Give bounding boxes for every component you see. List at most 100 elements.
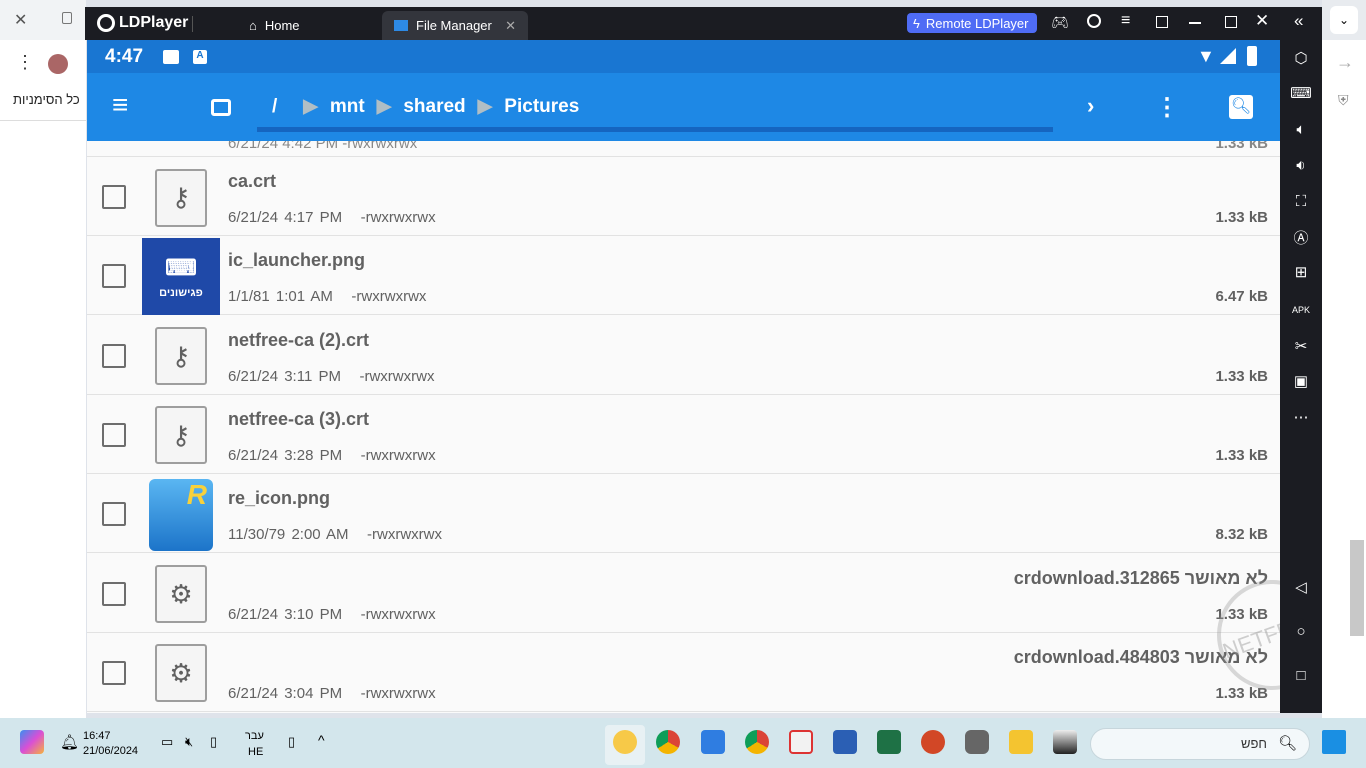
scrollbar-thumb[interactable] bbox=[1350, 540, 1364, 636]
file-row[interactable]: ⚷ ca.crt 6/21/24 4:17 PM -rwxrwxrwx 1.33… bbox=[87, 157, 1280, 236]
account-icon[interactable] bbox=[1087, 14, 1101, 28]
hamburger-menu-icon[interactable]: ≡ bbox=[112, 91, 128, 119]
partial-row[interactable]: 6/21/24 4:42 PM -rwxrwxrwx 1.33 kB bbox=[87, 141, 1280, 157]
unlock-icon[interactable] bbox=[211, 99, 231, 116]
file-permissions: -rwxrwxrwx bbox=[359, 367, 435, 385]
volume-up-icon[interactable]: 🔈︎ bbox=[1291, 119, 1311, 139]
file-row[interactable]: R re_icon.png 11/30/79 2:00 AM -rwxrwxrw… bbox=[87, 474, 1280, 554]
file-checkbox[interactable] bbox=[102, 185, 126, 209]
ldplayer-taskbar-icon[interactable] bbox=[613, 730, 637, 754]
file-row[interactable]: ⌨ פגישונים ic_launcher.png 1/1/81 1:01 AM… bbox=[87, 236, 1280, 316]
file-meta: 6/21/24 3:04 PM -rwxrwxrwx bbox=[228, 685, 436, 702]
folder-icon bbox=[394, 20, 408, 31]
thumbnail-text: פגישונים bbox=[159, 286, 203, 299]
close-tab-icon[interactable]: ✕ bbox=[505, 18, 516, 34]
powerpoint-icon[interactable] bbox=[921, 730, 945, 754]
restore-icon[interactable] bbox=[62, 12, 72, 24]
divider bbox=[0, 120, 86, 121]
home-circle-icon[interactable]: ○ bbox=[1291, 621, 1311, 641]
file-checkbox[interactable] bbox=[102, 264, 126, 289]
minimize-icon[interactable] bbox=[1189, 22, 1201, 24]
auto-operation-icon[interactable]: Ⓐ bbox=[1291, 227, 1311, 247]
chrome-icon[interactable] bbox=[745, 730, 769, 754]
scissors-icon[interactable]: ✂ bbox=[1291, 336, 1311, 356]
camera-icon[interactable] bbox=[965, 730, 989, 754]
file-meta: 11/30/79 2:00 AM -rwxrwxrwx bbox=[228, 526, 442, 543]
search-icon[interactable]: 🔍︎ bbox=[1229, 95, 1253, 119]
key-icon: ⚷ bbox=[155, 327, 207, 386]
file-row[interactable]: ⚷ netfree-ca (3).crt 6/21/24 3:28 PM -rw… bbox=[87, 395, 1280, 474]
tab-file-manager[interactable]: File Manager ✕ bbox=[382, 11, 528, 40]
fullscreen-icon[interactable]: ⛶ bbox=[1291, 191, 1311, 211]
avatar[interactable] bbox=[48, 54, 68, 74]
network-icon[interactable]: ▯ bbox=[210, 734, 217, 750]
close-icon[interactable]: ✕ bbox=[1255, 11, 1269, 31]
breadcrumb-pictures[interactable]: Pictures bbox=[504, 96, 579, 118]
resize-icon[interactable] bbox=[1156, 16, 1168, 28]
file-checkbox[interactable] bbox=[102, 581, 126, 606]
mute-icon[interactable]: 🔇︎ bbox=[185, 734, 193, 750]
breadcrumb-scrollbar[interactable] bbox=[257, 127, 1053, 132]
app-notification-icon: A bbox=[193, 50, 207, 64]
volume-down-icon[interactable]: 🔉︎ bbox=[1291, 155, 1311, 175]
language-indicator[interactable]: עבר bbox=[245, 730, 264, 742]
settings-hexagon-icon[interactable]: ⬡ bbox=[1291, 48, 1311, 68]
menu-icon[interactable]: ≡ bbox=[1121, 12, 1130, 30]
word-icon[interactable] bbox=[833, 730, 857, 754]
file-checkbox[interactable] bbox=[102, 422, 126, 447]
file-row[interactable]: ⚙ לא מאושר crdownload.312865 6/21/24 3:1… bbox=[87, 554, 1280, 633]
back-icon[interactable]: ◁ bbox=[1291, 577, 1311, 597]
chevron-down-icon[interactable]: ⌄ bbox=[1330, 6, 1358, 34]
breadcrumb-mnt[interactable]: mnt bbox=[330, 96, 365, 118]
breadcrumb-root[interactable]: / bbox=[272, 96, 277, 118]
remote-ldplayer-button[interactable]: ϟ Remote LDPlayer bbox=[907, 13, 1037, 33]
add-instance-icon[interactable]: ⊞ bbox=[1291, 262, 1311, 282]
file-checkbox[interactable] bbox=[102, 343, 126, 368]
file-checkbox[interactable] bbox=[102, 660, 126, 685]
video-record-icon[interactable]: ▣ bbox=[1291, 371, 1311, 391]
bell-icon[interactable]: 🔔︎ bbox=[60, 733, 79, 751]
more-icon[interactable]: ⋯ bbox=[1291, 407, 1311, 427]
bookmarks-label[interactable]: כל הסימניות bbox=[13, 92, 80, 107]
more-menu-icon[interactable]: ⋮ bbox=[16, 52, 34, 73]
shield-icon[interactable]: ⛨ bbox=[1338, 92, 1349, 109]
file-checkbox[interactable] bbox=[102, 502, 126, 527]
collapse-sidebar-icon[interactable]: « bbox=[1294, 11, 1303, 31]
copilot-icon[interactable] bbox=[20, 730, 44, 754]
file-row[interactable]: ⚷ netfree-ca (2).crt 6/21/24 3:11 PM -rw… bbox=[87, 316, 1280, 395]
language-code[interactable]: HE bbox=[248, 746, 263, 758]
tab-home[interactable]: ⌂ Home bbox=[237, 11, 312, 40]
photos-icon[interactable] bbox=[701, 730, 725, 754]
windows-start-icon[interactable] bbox=[1322, 730, 1346, 754]
ldplayer-logo: LDPlayer bbox=[97, 14, 188, 32]
taskbar-search-input[interactable]: חפש 🔍︎ bbox=[1090, 728, 1310, 760]
forward-icon[interactable]: → bbox=[1336, 52, 1354, 73]
clock-date[interactable]: 21/06/2024 bbox=[83, 745, 138, 757]
clock-time[interactable]: 16:47 bbox=[83, 730, 111, 742]
close-icon[interactable]: ✕ bbox=[14, 10, 27, 30]
file-permissions: -rwxrwxrwx bbox=[360, 684, 436, 702]
file-row[interactable]: ⚙ לא מאושר crdownload.484803 6/21/24 3:0… bbox=[87, 633, 1280, 712]
remote-label: Remote LDPlayer bbox=[925, 15, 1029, 31]
snipping-tool-icon[interactable] bbox=[789, 730, 813, 754]
recents-icon[interactable]: □ bbox=[1291, 665, 1311, 685]
gamepad-icon[interactable]: 🎮︎ bbox=[1051, 14, 1069, 31]
browser-right-pane: → ⛨ bbox=[1322, 40, 1366, 718]
forward-chevron-icon[interactable]: › bbox=[1087, 93, 1094, 119]
apk-install-icon[interactable]: APK bbox=[1291, 300, 1311, 320]
root-explorer-icon: R bbox=[149, 478, 213, 551]
battery-icon[interactable]: ▭ bbox=[161, 734, 173, 750]
chrome-profile-icon[interactable] bbox=[656, 730, 680, 754]
maximize-icon[interactable] bbox=[1225, 16, 1237, 28]
file-date: 1/1/81 1:01 AM bbox=[228, 288, 333, 306]
keyboard-icon[interactable]: ⌨ bbox=[1290, 83, 1312, 103]
image-notification-icon bbox=[163, 50, 179, 64]
browser-top-right: ⌄ bbox=[1322, 0, 1366, 40]
breadcrumb-shared[interactable]: shared bbox=[403, 96, 465, 118]
app-icon[interactable] bbox=[1053, 730, 1077, 754]
excel-icon[interactable] bbox=[877, 730, 901, 754]
chevron-up-icon[interactable]: ^ bbox=[318, 732, 325, 748]
file-explorer-icon[interactable] bbox=[1009, 730, 1033, 754]
usb-icon[interactable]: ▯ bbox=[288, 734, 295, 750]
more-options-icon[interactable]: ⋮ bbox=[1155, 93, 1179, 122]
